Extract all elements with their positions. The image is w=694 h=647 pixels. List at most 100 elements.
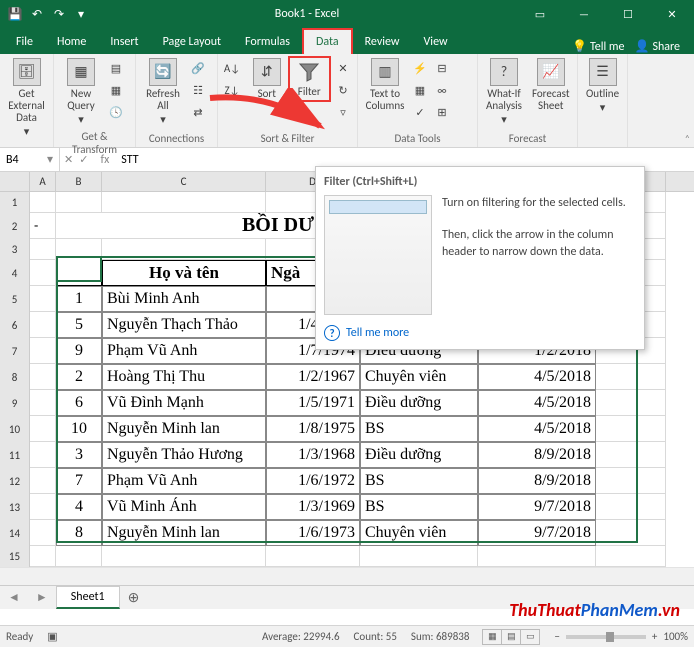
close-button[interactable]: ✕	[650, 0, 694, 28]
row-head[interactable]: 7	[0, 338, 30, 364]
refresh-all-button[interactable]: 🔄Refresh All▾	[140, 56, 186, 128]
remove-duplicates-icon[interactable]: ▦	[410, 80, 430, 100]
select-all-corner[interactable]	[0, 172, 30, 191]
cell-ngay[interactable]: 1/2/1967	[266, 364, 360, 390]
cell[interactable]	[30, 494, 56, 520]
what-if-button[interactable]: ?What-If Analysis▾	[482, 56, 526, 128]
forecast-sheet-button[interactable]: 📈Forecast Sheet	[528, 56, 574, 114]
cell-hoten[interactable]: Nguyễn Thạch Thảo	[102, 312, 266, 338]
ribbon-options-icon[interactable]: ▭	[518, 0, 562, 28]
row-head[interactable]: 2	[0, 213, 30, 239]
view-buttons[interactable]: ▦▤▭	[483, 629, 540, 645]
cell[interactable]: -	[30, 213, 56, 239]
cell-chucvu[interactable]: Điều dưỡng	[360, 442, 478, 468]
horizontal-scrollbar[interactable]	[0, 567, 694, 585]
cell[interactable]	[30, 546, 56, 567]
cell[interactable]	[360, 546, 478, 567]
tab-file[interactable]: File	[4, 30, 45, 54]
col-head-a[interactable]: A	[30, 172, 56, 191]
header-hoten[interactable]: Họ và tên	[102, 260, 266, 286]
cell-ngay[interactable]: 1/3/1968	[266, 442, 360, 468]
cell[interactable]	[30, 442, 56, 468]
row-head[interactable]: 15	[0, 546, 30, 567]
page-break-icon[interactable]: ▭	[520, 629, 540, 645]
cell-stt[interactable]: 3	[56, 442, 102, 468]
cell-stt[interactable]: 1	[56, 286, 102, 312]
data-validation-icon[interactable]: ✓	[410, 102, 430, 122]
zoom-level[interactable]: 100%	[663, 630, 688, 643]
cell-hoten[interactable]: Phạm Vũ Anh	[102, 468, 266, 494]
text-to-columns-button[interactable]: ▥Text to Columns	[362, 56, 408, 114]
cell[interactable]	[56, 546, 102, 567]
cell-hoten[interactable]: Vũ Minh Ánh	[102, 494, 266, 520]
cell-hoten[interactable]: Phạm Vũ Anh	[102, 338, 266, 364]
reapply-icon[interactable]: ↻	[333, 80, 353, 100]
cell-chucvu[interactable]: BS	[360, 416, 478, 442]
properties-icon[interactable]: ☷	[188, 80, 208, 100]
get-external-data-button[interactable]: 🗄Get External Data▾	[4, 56, 49, 140]
tab-home[interactable]: Home	[45, 30, 98, 54]
cell[interactable]	[56, 239, 102, 260]
cell[interactable]	[596, 468, 666, 494]
outline-button[interactable]: ☰Outline▾	[582, 56, 623, 116]
manage-data-model-icon[interactable]: ⊞	[432, 102, 452, 122]
row-head[interactable]: 6	[0, 312, 30, 338]
cell-date2[interactable]: 8/9/2018	[478, 468, 596, 494]
tab-data[interactable]: Data	[302, 28, 353, 54]
from-table-icon[interactable]: ▦	[106, 80, 126, 100]
cell-stt[interactable]: 2	[56, 364, 102, 390]
cell-date2[interactable]: 9/7/2018	[478, 494, 596, 520]
cell[interactable]	[30, 468, 56, 494]
tab-formulas[interactable]: Formulas	[233, 30, 302, 54]
tab-view[interactable]: View	[412, 30, 460, 54]
row-head[interactable]: 5	[0, 286, 30, 312]
tab-insert[interactable]: Insert	[98, 30, 150, 54]
cell[interactable]	[596, 416, 666, 442]
cell[interactable]	[30, 338, 56, 364]
cell[interactable]	[30, 286, 56, 312]
cell-stt[interactable]: 8	[56, 520, 102, 546]
undo-icon[interactable]: ↶	[30, 7, 44, 21]
cell-ngay[interactable]: 1/3/1969	[266, 494, 360, 520]
cell[interactable]	[30, 364, 56, 390]
cell-date2[interactable]: 4/5/2018	[478, 390, 596, 416]
cell-hoten[interactable]: Nguyễn Thảo Hương	[102, 442, 266, 468]
collapse-ribbon-icon[interactable]: ˄	[685, 132, 690, 145]
row-head[interactable]: 14	[0, 520, 30, 546]
cell[interactable]	[596, 390, 666, 416]
save-icon[interactable]: 💾	[8, 7, 22, 21]
cell[interactable]	[102, 546, 266, 567]
cell[interactable]	[30, 312, 56, 338]
filter-button[interactable]: Filter	[288, 56, 331, 102]
share-button[interactable]: 👤 Share	[634, 39, 680, 54]
row-head[interactable]: 3	[0, 239, 30, 260]
sheet-nav-next-icon[interactable]: ►	[28, 590, 56, 605]
redo-icon[interactable]: ↷	[52, 7, 66, 21]
cell-ngay[interactable]: 1/6/1972	[266, 468, 360, 494]
sort-button[interactable]: ⇵Sort	[248, 56, 286, 102]
cell[interactable]	[478, 546, 596, 567]
cell-hoten[interactable]: Hoàng Thị Thu	[102, 364, 266, 390]
cell-chucvu[interactable]: Điều dưỡng	[360, 390, 478, 416]
tab-review[interactable]: Review	[353, 30, 412, 54]
sheet-tab-sheet1[interactable]: Sheet1	[56, 586, 120, 609]
sort-za-icon[interactable]: Z↓	[222, 80, 242, 100]
row-head[interactable]: 10	[0, 416, 30, 442]
cell[interactable]	[102, 192, 266, 213]
cell-stt[interactable]: 7	[56, 468, 102, 494]
col-head-c[interactable]: C	[102, 172, 266, 191]
cell-chucvu[interactable]: Chuyên viên	[360, 364, 478, 390]
cell-ngay[interactable]: 1/5/1971	[266, 390, 360, 416]
cell-hoten[interactable]: Bùi Minh Anh	[102, 286, 266, 312]
cell-chucvu[interactable]: Chuyên viên	[360, 520, 478, 546]
cell[interactable]	[30, 520, 56, 546]
cell[interactable]	[266, 546, 360, 567]
cell-chucvu[interactable]: BS	[360, 468, 478, 494]
advanced-filter-icon[interactable]: ▿	[333, 102, 353, 122]
cell[interactable]	[596, 364, 666, 390]
row-head[interactable]: 12	[0, 468, 30, 494]
zoom-slider[interactable]	[566, 635, 646, 639]
cell-stt[interactable]: 5	[56, 312, 102, 338]
edit-links-icon[interactable]: ⇄	[188, 102, 208, 122]
row-head[interactable]: 11	[0, 442, 30, 468]
